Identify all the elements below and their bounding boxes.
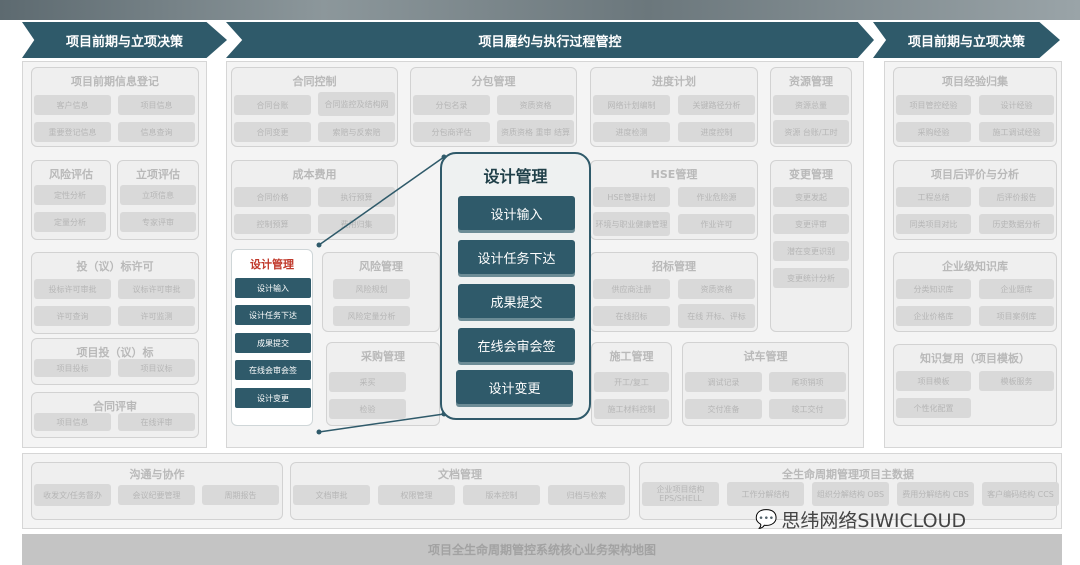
watermark: 💬 思纬网络SIWICLOUD: [755, 506, 966, 533]
footer-title: 项目全生命周期管控系统核心业务架构地图: [22, 534, 1062, 565]
design-mgmt-title: 设计管理: [250, 258, 294, 271]
popup-item-design-input[interactable]: 设计输入: [458, 196, 575, 230]
wechat-icon: 💬: [755, 509, 778, 530]
hl-item-design-change[interactable]: 设计变更: [235, 388, 311, 408]
popup-item-result-submit[interactable]: 成果提交: [458, 284, 575, 318]
design-mgmt-popup: 设计管理 设计输入 设计任务下达 成果提交 在线会审会签 设计变更: [440, 152, 591, 420]
popup-item-design-change[interactable]: 设计变更: [456, 370, 573, 404]
watermark-text: 思纬网络SIWICLOUD: [781, 510, 967, 532]
hl-item-result-submit[interactable]: 成果提交: [235, 333, 311, 353]
hl-item-online-review[interactable]: 在线会审会签: [235, 360, 311, 380]
hl-item-task-assign[interactable]: 设计任务下达: [235, 305, 311, 325]
design-mgmt-highlight[interactable]: 设计管理 设计输入 设计任务下达 成果提交 在线会审会签 设计变更: [231, 249, 313, 426]
popup-item-online-review[interactable]: 在线会审会签: [458, 328, 575, 362]
hl-item-design-input[interactable]: 设计输入: [235, 278, 311, 298]
popup-title: 设计管理: [483, 167, 548, 186]
popup-item-task-assign[interactable]: 设计任务下达: [458, 240, 575, 274]
